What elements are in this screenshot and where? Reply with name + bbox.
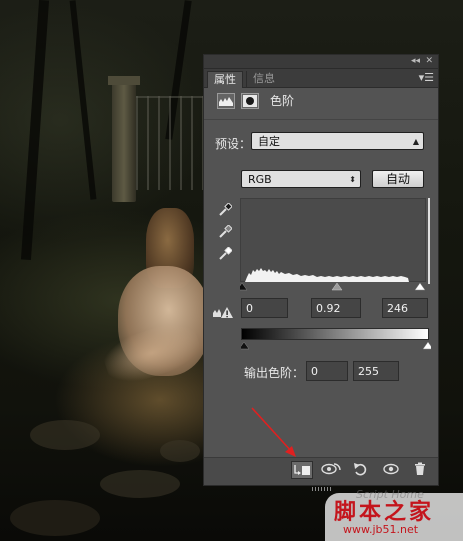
- histogram-white-point-line: [428, 198, 430, 284]
- tree-trunk: [20, 0, 50, 261]
- close-icon[interactable]: ✕: [425, 55, 433, 68]
- output-levels-label: 输出色阶：: [244, 366, 305, 380]
- up-down-arrows-icon: ▲: [412, 137, 419, 146]
- preset-label: 预设：: [215, 137, 252, 151]
- ground-rock: [160, 440, 200, 462]
- input-black-field[interactable]: 0: [241, 298, 288, 318]
- input-white-slider-handle: [414, 282, 426, 291]
- ground-rock: [30, 420, 100, 450]
- output-levels-slider[interactable]: [241, 341, 431, 350]
- channel-value: RGB: [248, 173, 272, 186]
- preset-select[interactable]: 自定 ▲: [251, 132, 424, 150]
- adjustment-title: 色阶: [270, 94, 295, 108]
- panel-menu-icon[interactable]: ▾☰: [419, 71, 434, 85]
- input-gamma-field[interactable]: 0.92: [311, 298, 361, 318]
- view-previous-icon[interactable]: [320, 461, 342, 479]
- output-gradient-bar: [241, 328, 429, 340]
- input-levels-slider[interactable]: [240, 282, 426, 291]
- layer-mask-icon[interactable]: [241, 93, 259, 109]
- ground-rock: [10, 500, 100, 536]
- black-eyedropper-icon[interactable]: [218, 203, 232, 217]
- tab-properties[interactable]: 属性: [207, 71, 243, 88]
- output-black-slider-handle: [241, 341, 250, 350]
- channel-select[interactable]: RGB ⬍: [241, 170, 361, 188]
- input-black-slider-handle: [240, 282, 248, 291]
- ground-rock: [100, 470, 180, 498]
- preset-value: 自定: [258, 135, 280, 148]
- reset-icon[interactable]: [350, 461, 372, 479]
- histogram: [240, 198, 426, 282]
- visibility-icon[interactable]: [380, 461, 402, 479]
- collapse-icon[interactable]: ◂◂: [411, 55, 420, 68]
- panel-footer: [204, 457, 438, 491]
- gray-eyedropper-icon[interactable]: [218, 225, 232, 239]
- output-white-field[interactable]: 255: [353, 361, 399, 381]
- input-white-field[interactable]: 246: [382, 298, 428, 318]
- watermark-url: www.jb51.net: [343, 523, 419, 536]
- levels-adjustment-icon[interactable]: [217, 93, 235, 109]
- clip-to-layer-icon[interactable]: [291, 461, 313, 479]
- output-white-slider-handle: [422, 341, 431, 350]
- panel-tab-bar: 属性 信息 ▾☰: [204, 69, 438, 88]
- panel-resize-grip[interactable]: [312, 487, 332, 491]
- iron-fence: [136, 96, 206, 190]
- input-gamma-slider-handle: [331, 282, 343, 291]
- divider: [204, 119, 438, 120]
- trash-icon[interactable]: [409, 461, 431, 479]
- properties-panel: ◂◂ ✕ 属性 信息 ▾☰ 色阶 预设： 自定 ▲ RGB ⬍ 自动 0 0.9…: [203, 54, 439, 491]
- white-eyedropper-icon[interactable]: [218, 247, 232, 261]
- panel-top-bar[interactable]: ◂◂ ✕: [204, 55, 438, 69]
- up-down-arrows-icon: ⬍: [349, 175, 356, 184]
- watermark-title: 脚本之家: [334, 499, 435, 525]
- tree-trunk: [69, 0, 97, 200]
- clipping-warning-icon[interactable]: [212, 305, 234, 319]
- output-black-field[interactable]: 0: [306, 361, 348, 381]
- stone-gatepost: [108, 76, 140, 202]
- auto-button[interactable]: 自动: [372, 170, 424, 188]
- tab-info[interactable]: 信息: [246, 71, 281, 87]
- histogram-graph: [245, 268, 409, 282]
